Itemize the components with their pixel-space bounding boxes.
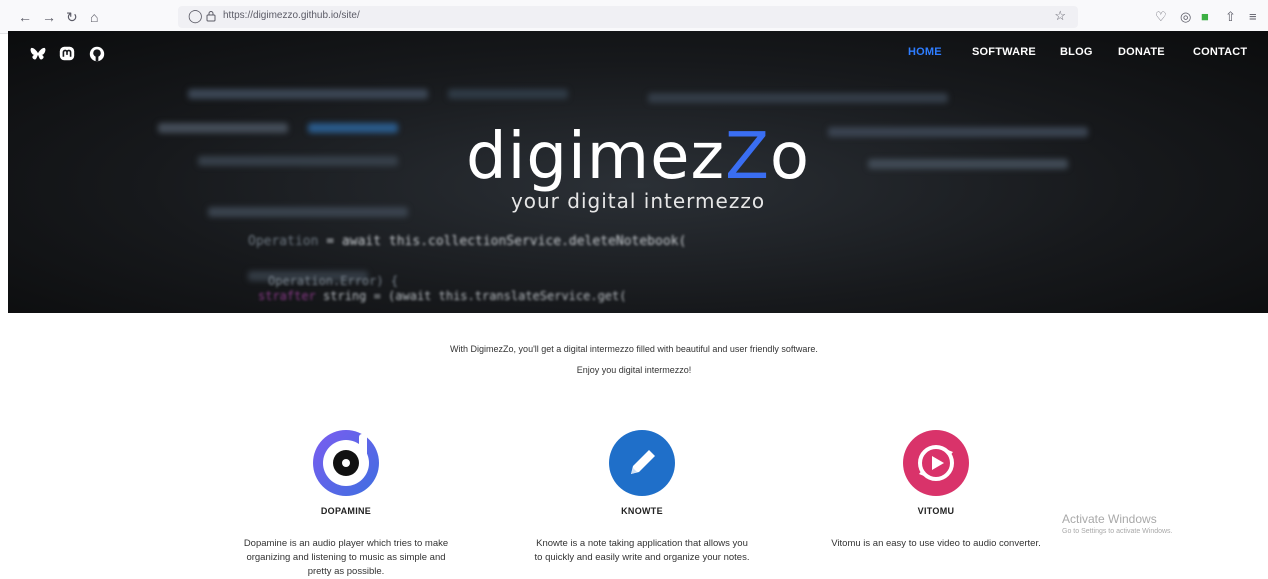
product-card-vitomu[interactable]: VITOMU Vitomu is an easy to use video to… <box>806 430 1066 551</box>
pencil-icon[interactable] <box>609 430 675 496</box>
hero-banner: Operation = await this.collectionService… <box>8 31 1268 313</box>
product-card-knowte[interactable]: KNOWTE Knowte is a note taking applicati… <box>512 430 772 565</box>
url-text[interactable]: https://digimezzo.github.io/site/ <box>223 10 360 21</box>
pocket-icon[interactable]: ♡ <box>1155 8 1167 26</box>
code-blur <box>448 89 568 99</box>
nav-contact[interactable]: CONTACT <box>1193 46 1247 58</box>
product-name[interactable]: DOPAMINE <box>216 506 476 516</box>
menu-icon[interactable]: ≡ <box>1249 8 1257 26</box>
mastodon-icon[interactable] <box>58 45 76 63</box>
browser-toolbar: ← → ↻ ⌂ ◯ https://digimezzo.github.io/si… <box>0 0 1268 34</box>
green-extension-icon[interactable]: ■ <box>1201 8 1209 26</box>
share-icon[interactable]: ⇧ <box>1225 8 1236 26</box>
nav-blog[interactable]: BLOG <box>1060 46 1093 58</box>
vitomu-icon[interactable] <box>903 430 969 496</box>
watermark-subtitle: Go to Settings to activate Windows. <box>1062 528 1173 535</box>
product-card-dopamine[interactable]: DOPAMINE Dopamine is an audio player whi… <box>216 430 476 579</box>
bluesky-icon[interactable] <box>29 45 47 63</box>
nav-donate[interactable]: DONATE <box>1118 46 1165 58</box>
hero-code-line: Operation = await this.collectionService… <box>248 234 687 249</box>
github-icon[interactable] <box>88 45 106 63</box>
logo-text-z: Z <box>725 120 770 194</box>
site-tagline: your digital intermezzo <box>510 189 766 213</box>
hero-code-line: strafter string = (await this.translateS… <box>258 289 627 303</box>
nav-home[interactable]: HOME <box>908 46 942 58</box>
intro-subtext: Enjoy you digital intermezzo! <box>576 365 692 375</box>
tracking-shield-icon[interactable]: ◯ <box>188 8 203 24</box>
product-description: Dopamine is an audio player which tries … <box>243 538 449 577</box>
product-name[interactable]: VITOMU <box>806 506 1066 516</box>
back-icon[interactable]: ← <box>18 8 32 26</box>
logo-text-a: digimez <box>465 120 726 194</box>
home-icon[interactable]: ⌂ <box>90 8 98 26</box>
dopamine-icon[interactable] <box>313 430 379 496</box>
product-description: Vitomu is an easy to use video to audio … <box>831 538 1041 549</box>
nav-software[interactable]: SOFTWARE <box>972 46 1036 58</box>
forward-icon[interactable]: → <box>42 8 56 26</box>
code-blur <box>188 89 428 99</box>
address-bar[interactable]: ◯ https://digimezzo.github.io/site/ ☆ <box>178 6 1078 28</box>
extension-icon[interactable]: ◎ <box>1180 8 1191 26</box>
logo-text-o: o <box>769 120 811 194</box>
activation-watermark: Activate Windows Go to Settings to activ… <box>1062 512 1173 535</box>
code-blur <box>648 93 948 103</box>
watermark-title: Activate Windows <box>1062 512 1157 526</box>
intro-text: With DigimezZo, you'll get a digital int… <box>450 344 818 354</box>
reload-icon[interactable]: ↻ <box>66 8 78 26</box>
product-name[interactable]: KNOWTE <box>512 506 772 516</box>
hero-code-line: Operation.Error) { <box>268 274 399 288</box>
lock-icon[interactable] <box>206 10 216 22</box>
site-logo[interactable]: digimezZo <box>8 117 1268 197</box>
product-description: Knowte is a note taking application that… <box>534 538 750 563</box>
bookmark-star-icon[interactable]: ☆ <box>1054 8 1066 24</box>
